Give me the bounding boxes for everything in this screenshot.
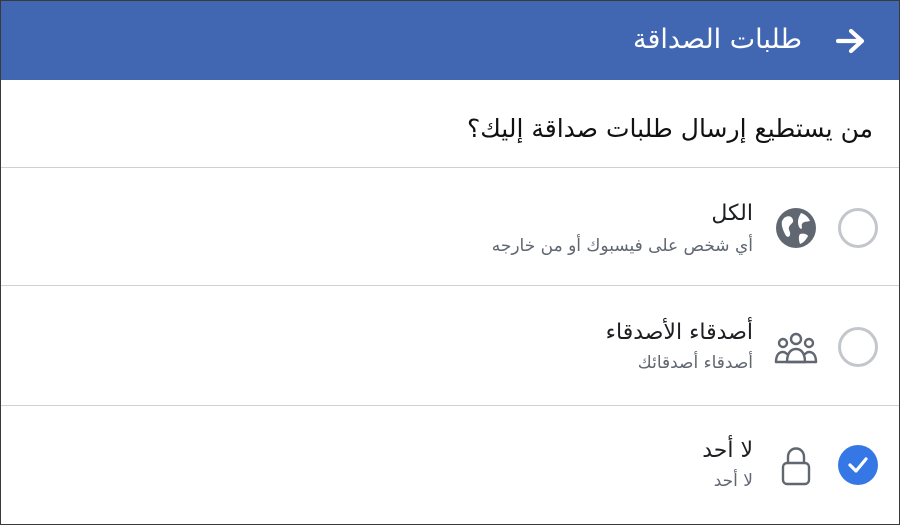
back-button[interactable]	[831, 21, 871, 61]
radio-everyone[interactable]	[838, 208, 878, 248]
top-app-bar: طلبات الصداقة	[1, 1, 899, 80]
option-label: أصدقاء الأصدقاء	[605, 320, 753, 345]
checkmark-icon	[848, 457, 868, 473]
arrow-right-icon	[836, 28, 865, 54]
option-description: أي شخص على فيسبوك أو من خارجه	[491, 236, 753, 256]
lock-icon	[773, 443, 819, 489]
option-everyone[interactable]: الكل أي شخص على فيسبوك أو من خارجه	[1, 168, 899, 286]
page-title: طلبات الصداقة	[632, 24, 802, 55]
option-no-one[interactable]: لا أحد لا أحد	[1, 407, 899, 524]
option-friends-of-friends[interactable]: أصدقاء الأصدقاء أصدقاء أصدقائك	[1, 287, 899, 406]
globe-icon	[773, 205, 819, 251]
radio-friends-of-friends[interactable]	[838, 327, 878, 367]
radio-no-one-checked[interactable]	[838, 445, 878, 485]
option-description: أصدقاء أصدقائك	[637, 353, 753, 373]
question-section: من يستطيع إرسال طلبات صداقة إليك؟	[1, 80, 899, 168]
option-label: الكل	[711, 201, 753, 226]
option-label: لا أحد	[702, 438, 753, 463]
question-heading: من يستطيع إرسال طلبات صداقة إليك؟	[466, 114, 873, 143]
app-frame: طلبات الصداقة من يستطيع إرسال طلبات صداق…	[0, 0, 900, 525]
friends-group-icon	[773, 325, 819, 371]
option-description: لا أحد	[713, 471, 753, 491]
